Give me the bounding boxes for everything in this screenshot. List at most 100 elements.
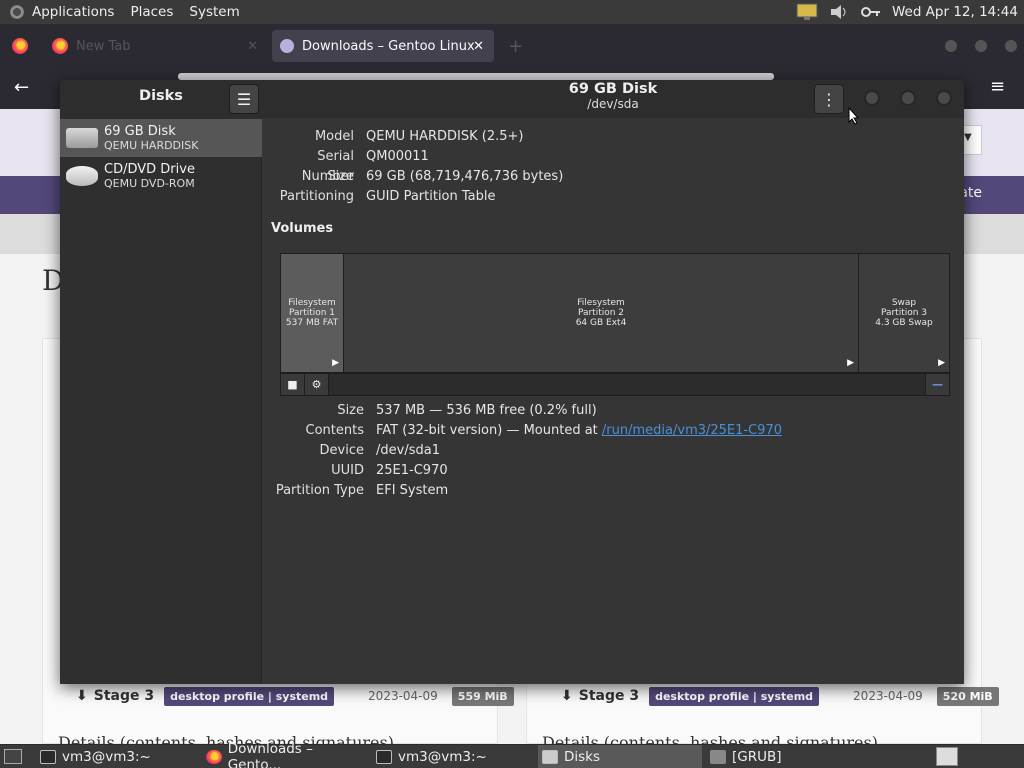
places-menu[interactable]: Places [124, 4, 183, 20]
task-grub-folder[interactable]: [GRUB] [706, 745, 872, 768]
info-value: 69 GB (68,719,476,736 bytes) [366, 169, 564, 184]
drive-name: 69 GB Disk [104, 123, 176, 139]
back-arrow-icon[interactable]: ← [14, 77, 29, 98]
volume-partition-2[interactable]: Filesystem Partition 2 64 GB Ext4 ▶ [344, 254, 859, 372]
mount-point-link[interactable]: /run/media/vm3/25E1-C970 [602, 423, 782, 438]
release-date: 2023-04-09 [853, 689, 923, 703]
volume-name: Partition 2 [577, 308, 625, 318]
hamburger-menu-icon[interactable]: ≡ [990, 76, 1005, 97]
release-date: 2023-04-09 [368, 689, 438, 703]
partition-row-device: Device /dev/sda1 [272, 441, 440, 461]
tab-bar: New Tab ✕ Downloads – Gentoo Linux ✕ + [0, 24, 1024, 69]
close-tab-icon[interactable]: ✕ [247, 39, 258, 54]
workspace-switcher-icon[interactable] [936, 747, 958, 766]
tab-new-tab[interactable]: New Tab ✕ [52, 30, 264, 62]
download-icon: ⬇ [76, 688, 88, 704]
drive-name: CD/DVD Drive [104, 161, 195, 177]
applications-menu[interactable]: Applications [26, 4, 124, 20]
more-options-icon: ⋮ [821, 89, 837, 109]
gentoo-tab-icon [280, 39, 294, 53]
volume-icon[interactable] [828, 3, 850, 21]
task-label: Disks [564, 748, 601, 765]
info-key: Model [314, 129, 354, 144]
partition-row-uuid: UUID 25E1-C970 [272, 461, 448, 481]
profile-badge: desktop profile | systemd [164, 686, 335, 706]
play-arrow-icon: ▶ [938, 358, 945, 368]
close-window-icon[interactable] [936, 90, 952, 106]
stage-row: ⬇ Stage 3 desktop profile | systemd 2023… [561, 683, 999, 709]
tab-downloads[interactable]: Downloads – Gentoo Linux ✕ [272, 30, 494, 62]
info-row-model: Model QEMU HARDDISK (2.5+) [262, 127, 524, 147]
maximize-icon[interactable] [900, 90, 916, 106]
tab-label: New Tab [76, 38, 131, 54]
harddisk-icon [66, 128, 98, 148]
terminal-icon [376, 749, 392, 764]
info-value: 25E1-C970 [376, 463, 448, 478]
task-firefox[interactable]: Downloads – Gento... [202, 741, 368, 768]
task-terminal-2[interactable]: vm3@vm3:~ [372, 745, 532, 768]
optical-drive-icon [66, 166, 98, 186]
gentoo-logo-icon[interactable] [8, 2, 26, 21]
close-window-icon[interactable] [1003, 38, 1019, 54]
partition-options-button[interactable]: ⚙ [305, 374, 329, 395]
drive-model: QEMU DVD-ROM [104, 176, 195, 190]
partition-row-size: Size 537 MB — 536 MB free (0.2% full) [272, 401, 596, 421]
drive-item-harddisk[interactable]: 69 GB Disk QEMU HARDDISK [60, 119, 262, 157]
app-menu-button[interactable]: ☰ [229, 84, 259, 114]
stage-label: Stage 3 [578, 688, 640, 704]
info-key: Contents [305, 423, 364, 438]
info-key: Partition Type [275, 483, 364, 498]
task-label: [GRUB] [732, 748, 782, 765]
info-value: GUID Partition Table [366, 189, 496, 204]
volume-size: 64 GB Ext4 [575, 318, 627, 328]
info-key: Size [327, 169, 354, 184]
volume-type: Swap [891, 298, 917, 308]
firefox-icon[interactable] [12, 38, 28, 54]
drive-item-cdrom[interactable]: CD/DVD Drive QEMU DVD-ROM [60, 157, 262, 195]
stage-link[interactable]: ⬇ Stage 3 [76, 688, 154, 704]
clock[interactable]: Wed Apr 12, 14:44 [892, 4, 1018, 20]
volume-size: 4.3 GB Swap [875, 318, 933, 328]
volume-partition-1[interactable]: Filesystem Partition 1 537 MB FAT ▶ [281, 254, 344, 372]
volume-name: Partition 1 [288, 308, 336, 318]
info-key: UUID [331, 463, 364, 478]
minimize-icon[interactable] [943, 38, 959, 54]
profile-badge: desktop profile | systemd [649, 686, 820, 706]
display-icon[interactable] [796, 3, 818, 21]
task-terminal-1[interactable]: vm3@vm3:~ [36, 745, 196, 768]
tab-label: Downloads – Gentoo Linux [302, 38, 475, 54]
drive-model: QEMU HARDDISK [104, 138, 199, 152]
disks-sidebar: Disks ☰ 69 GB Disk QEMU HARDDISK CD/DVD … [60, 80, 262, 684]
folder-icon [710, 749, 726, 764]
url-bar[interactable] [178, 73, 774, 80]
size-badge: 520 MiB [936, 686, 999, 706]
new-tab-plus-icon[interactable]: + [508, 36, 523, 57]
unmount-button[interactable]: ■ [281, 374, 305, 395]
minimize-icon[interactable] [864, 90, 880, 106]
volume-toolbar: ■ ⚙ — [280, 373, 950, 396]
maximize-icon[interactable] [973, 38, 989, 54]
firefox-icon [206, 749, 222, 764]
volume-name: Partition 3 [880, 308, 928, 318]
info-row-size: Size 69 GB (68,719,476,736 bytes) [262, 167, 563, 187]
volume-partition-3[interactable]: Swap Partition 3 4.3 GB Swap ▶ [859, 254, 949, 372]
stop-icon: ■ [287, 378, 298, 391]
show-desktop-icon[interactable] [4, 749, 22, 764]
info-key: Device [319, 443, 364, 458]
system-menu[interactable]: System [183, 4, 249, 20]
drive-menu-button[interactable]: ⋮ [814, 84, 844, 114]
volume-type: Filesystem [288, 298, 336, 308]
chevron-down-icon: ▼ [964, 132, 972, 143]
partition-row-type: Partition Type EFI System [272, 481, 448, 501]
drive-title-text: 69 GB Disk [568, 81, 658, 97]
stage-row: ⬇ Stage 3 desktop profile | systemd 2023… [76, 683, 514, 709]
network-key-icon[interactable] [860, 3, 882, 21]
delete-partition-button[interactable]: — [925, 374, 949, 395]
volume-size: 537 MB FAT [285, 318, 339, 328]
info-value: QEMU HARDDISK (2.5+) [366, 129, 524, 144]
stage-link[interactable]: ⬇ Stage 3 [561, 688, 639, 704]
task-label: vm3@vm3:~ [398, 748, 487, 765]
task-disks[interactable]: Disks [538, 745, 702, 768]
close-tab-icon[interactable]: ✕ [473, 39, 484, 54]
volumes-heading: Volumes [271, 221, 334, 236]
